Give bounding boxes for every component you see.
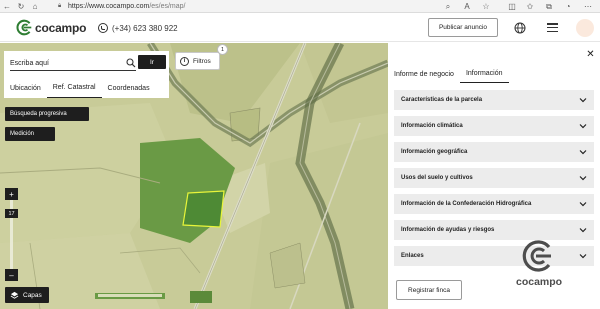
watermark-text: cocampo — [516, 276, 563, 288]
section-links[interactable]: Enlaces — [394, 246, 594, 266]
filters-count-badge: 1 — [217, 44, 228, 55]
favorite-star-icon[interactable]: ☆ — [477, 0, 495, 13]
progressive-search-button[interactable]: Búsqueda progresiva — [5, 107, 89, 121]
chevron-down-icon — [579, 176, 587, 181]
menu-icon[interactable] — [547, 23, 558, 32]
zoom-level: 17 — [5, 209, 18, 218]
filters-button[interactable]: i Filtros — [175, 52, 220, 70]
section-label: Características de la parcela — [401, 97, 483, 103]
split-screen-icon[interactable]: ◫ — [503, 0, 521, 13]
measure-button[interactable]: Medición — [5, 127, 55, 141]
search-input[interactable]: Escriba aquí — [10, 57, 136, 71]
zoom-in-button[interactable]: + — [5, 188, 18, 200]
globe-icon[interactable] — [514, 22, 526, 34]
chevron-down-icon — [579, 254, 587, 259]
cocampo-watermark-icon — [522, 240, 551, 272]
register-farm-button[interactable]: Registrar finca — [396, 280, 462, 300]
search-panel: Escriba aquí Ir Ubicación Ref. Catastral… — [4, 51, 169, 98]
profile-icon[interactable]: ◔ — [559, 0, 577, 13]
favorites-icon[interactable]: ✩ — [521, 0, 539, 13]
layers-icon — [10, 291, 19, 299]
section-label: Información de la Confederación Hidrográ… — [401, 201, 532, 207]
search-tabs: Ubicación Ref. Catastral Coordenadas — [4, 78, 169, 98]
layers-label: Capas — [23, 291, 42, 299]
section-aid-risks[interactable]: Información de ayudas y riesgos — [394, 220, 594, 240]
filters-label: Filtros — [193, 57, 211, 65]
section-label: Información de ayudas y riesgos — [401, 227, 495, 233]
lock-icon: 🔒︎ — [58, 3, 62, 9]
cocampo-logo-icon — [16, 19, 32, 36]
section-label: Usos del suelo y cultivos — [401, 175, 473, 181]
info-icon: i — [180, 56, 189, 66]
section-label: Enlaces — [401, 253, 424, 259]
site-header: cocampo (+34) 623 380 922 Publicar anunc… — [0, 14, 600, 42]
chevron-down-icon — [579, 98, 587, 103]
tab-location[interactable]: Ubicación — [4, 78, 47, 98]
more-options-icon[interactable]: ⋯ — [579, 0, 597, 13]
section-hydrographic[interactable]: Información de la Confederación Hidrográ… — [394, 194, 594, 214]
close-icon[interactable]: ✕ — [586, 50, 595, 60]
refresh-icon[interactable]: ↻ — [14, 0, 28, 13]
zoom-control: + 17 – — [5, 188, 18, 281]
panel-tabs: Informe de negocio Información — [388, 65, 509, 83]
chevron-down-icon — [579, 228, 587, 233]
section-label: Información geográfica — [401, 149, 468, 155]
publish-listing-button[interactable]: Publicar anuncio — [428, 18, 498, 37]
search-icon[interactable] — [126, 58, 136, 68]
browser-toolbar: ← ↻ ⌂ 🔒︎ https://www.cocampo.com/es/es/m… — [0, 0, 600, 13]
address-bar[interactable]: 🔒︎ https://www.cocampo.com/es/es/map/ — [58, 1, 438, 12]
info-side-panel: ✕ Informe de negocio Información Caracte… — [388, 43, 600, 309]
chevron-down-icon — [579, 124, 587, 129]
whatsapp-icon — [98, 23, 108, 33]
watermark-logo: cocampo — [516, 239, 562, 299]
url-host: https://www.cocampo.com — [68, 3, 150, 10]
tab-coordinates[interactable]: Coordenadas — [102, 78, 156, 98]
zoom-out-button[interactable]: – — [5, 269, 18, 281]
go-button[interactable]: Ir — [138, 55, 166, 69]
search-placeholder: Escriba aquí — [10, 60, 49, 67]
phone-number: (+34) 623 380 922 — [112, 23, 178, 33]
avatar[interactable] — [576, 19, 594, 37]
layers-button[interactable]: Capas — [5, 287, 49, 303]
section-climate[interactable]: Información climática — [394, 116, 594, 136]
section-plot-characteristics[interactable]: Características de la parcela — [394, 90, 594, 110]
section-geographic[interactable]: Información geográfica — [394, 142, 594, 162]
chevron-down-icon — [579, 202, 587, 207]
phone-contact[interactable]: (+34) 623 380 922 — [98, 23, 178, 33]
logo-text: cocampo — [35, 20, 87, 35]
logo[interactable]: cocampo — [16, 19, 86, 36]
chevron-down-icon — [579, 150, 587, 155]
read-aloud-icon[interactable]: A — [458, 0, 476, 13]
section-label: Información climática — [401, 123, 463, 129]
home-icon[interactable]: ⌂ — [28, 0, 42, 13]
section-land-use[interactable]: Usos del suelo y cultivos — [394, 168, 594, 188]
url-path: /es/es/map/ — [149, 3, 186, 10]
search-page-icon[interactable]: ⌕ — [439, 0, 457, 13]
tab-information[interactable]: Información — [459, 65, 509, 83]
collections-icon[interactable]: ⧉ — [540, 0, 558, 13]
tab-cadastral-ref[interactable]: Ref. Catastral — [46, 78, 102, 98]
back-icon[interactable]: ← — [0, 0, 14, 13]
tab-business-report[interactable]: Informe de negocio — [388, 65, 460, 83]
